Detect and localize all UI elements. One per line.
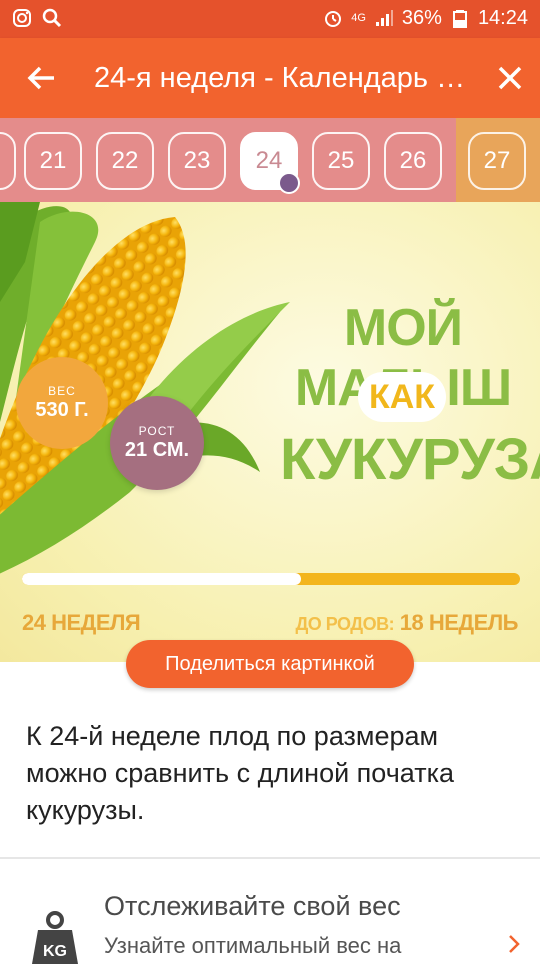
app-bar: 24-я неделя - Календарь беременности [0,38,540,118]
network-type: 4G [351,11,366,24]
weight-bubble: ВЕС 530 Г. [16,357,108,449]
back-button[interactable] [22,58,62,98]
close-button[interactable] [490,58,530,98]
user-avatar-badge [278,172,300,194]
arrow-back-icon [27,66,54,90]
remaining-label: ДО РОДОВ: [295,614,395,634]
week-description: К 24-й неделе плод по размерам можно сра… [26,721,454,825]
track-subtitle: Узнайте оптимальный вес на [104,933,402,958]
search-icon [42,8,62,28]
clock: 14:24 [477,7,528,29]
week-item-25[interactable]: 25 [312,132,370,190]
track-title: Отслеживайте свой вес [104,891,401,921]
week-illustration: МОЙ МАЛЫШ КАК КУКУРУЗА ВЕС 530 Г. РОСТ 2… [0,202,540,662]
chevron-right-icon [509,935,520,953]
divider [0,857,540,859]
instagram-icon [12,8,32,28]
current-week-label: 24 НЕДЕЛЯ [22,610,141,635]
remaining-value: 18 НЕДЕЛЬ [399,610,519,635]
pregnancy-progress-bar [22,573,520,585]
share-image-button[interactable]: Поделиться картинкой [126,640,414,688]
headline-line-3: КУКУРУЗА [280,427,540,492]
battery-percent: 36% [401,7,442,29]
signal-icon [374,8,394,28]
track-weight-card[interactable]: KG Отслеживайте свой вес Узнайте оптимал… [0,860,540,964]
remaining-weeks: ДО РОДОВ: 18 НЕДЕЛЬ [295,610,518,636]
battery-icon [450,8,470,28]
week-item-23[interactable]: 23 [168,132,226,190]
height-bubble: РОСТ 21 СМ. [110,396,204,490]
week-item-22[interactable]: 22 [96,132,154,190]
weight-kg-icon: KG [32,911,78,964]
close-icon [498,66,522,90]
week-item-24-active[interactable]: 24 [240,132,300,194]
alarm-icon [323,8,343,28]
progress-fill [22,573,301,585]
page-title: 24-я неделя - Календарь беременности [94,62,474,94]
week-selector: 21 22 23 24 25 26 27 [0,118,540,202]
weight-caption: ВЕС [48,384,76,398]
height-caption: РОСТ [138,424,176,438]
status-bar: 4G 36% 14:24 [0,0,540,38]
height-value: 21 СМ. [124,439,190,461]
week-item-21[interactable]: 21 [24,132,82,190]
week-item-20[interactable] [0,132,16,190]
headline-kak: КАК [358,372,446,422]
weight-value: 530 Г. [35,399,89,421]
week-item-26[interactable]: 26 [384,132,442,190]
week-item-27[interactable]: 27 [468,132,526,190]
kg-label: KG [43,943,67,960]
week-number: 24 [255,147,283,174]
